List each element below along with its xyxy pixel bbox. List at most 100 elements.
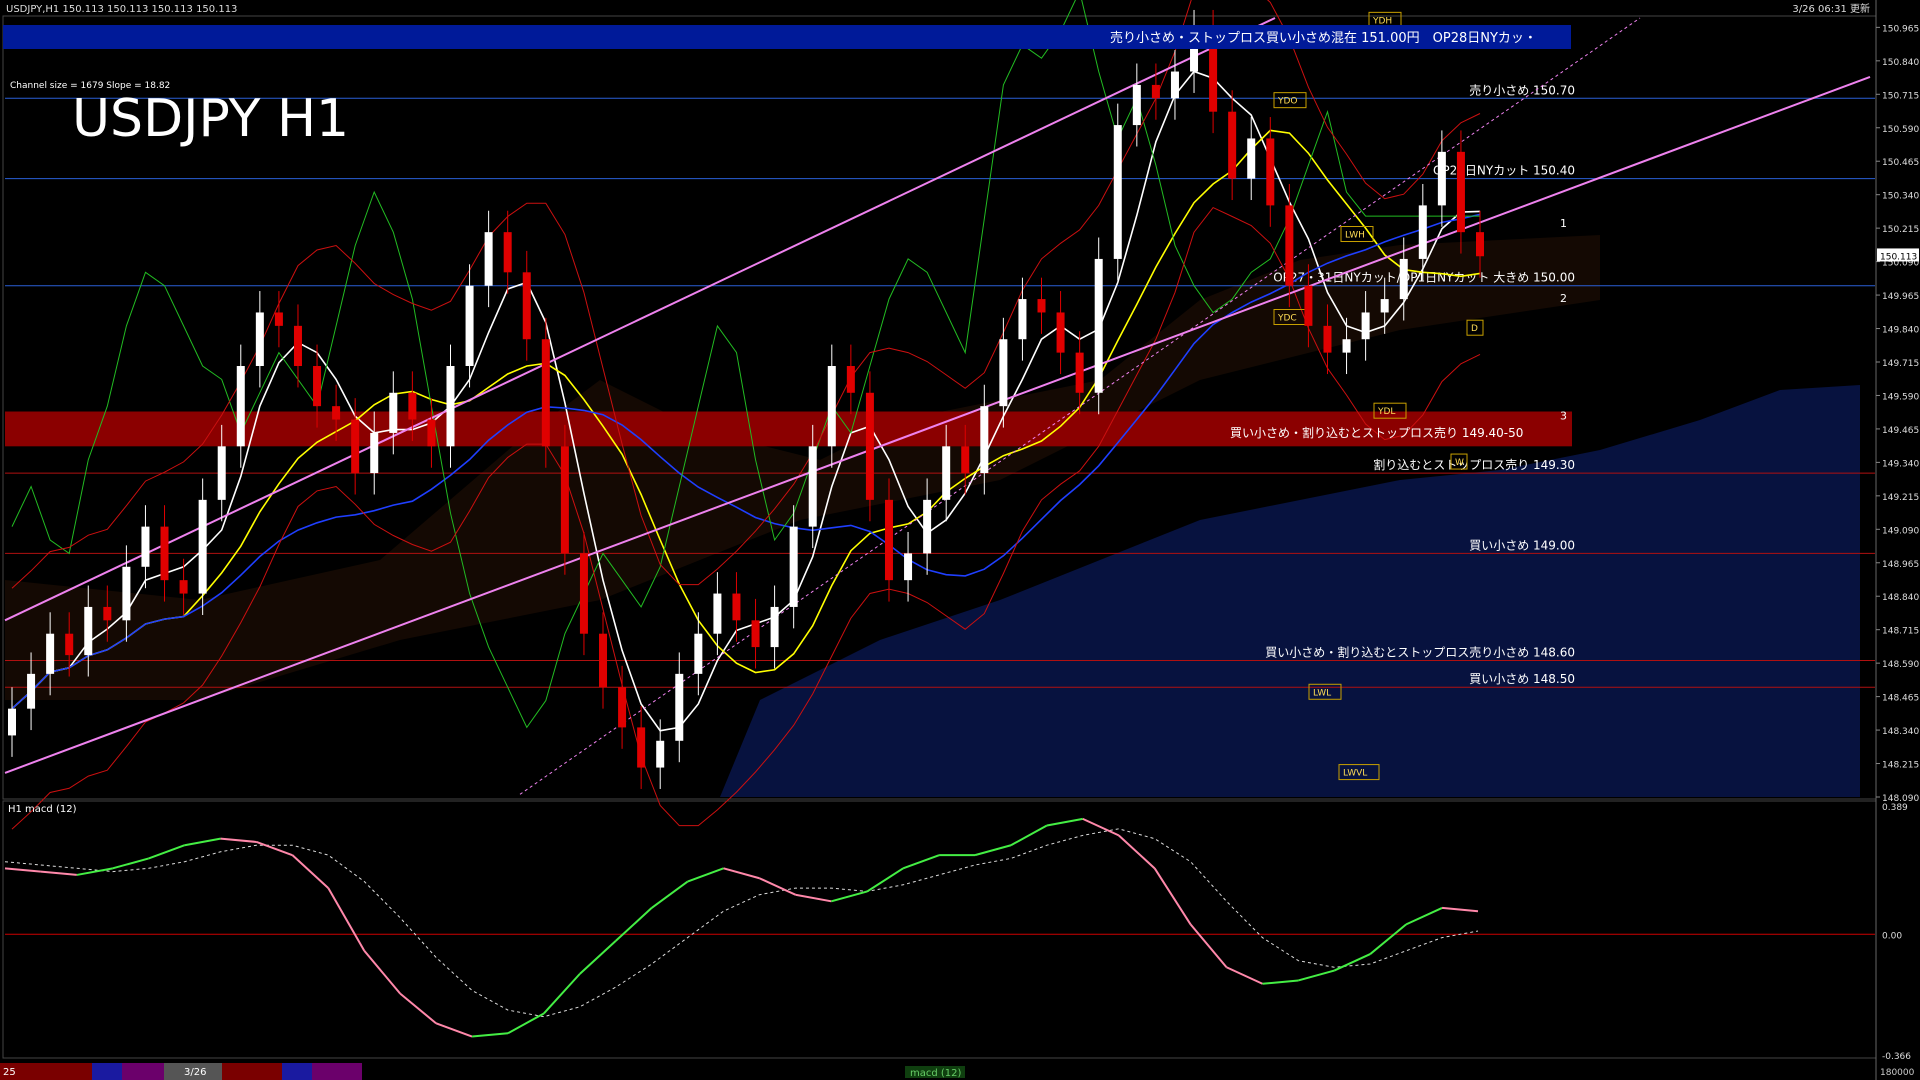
candle-body	[694, 633, 703, 674]
macd-main-segment	[831, 890, 868, 903]
ref-box-label: D	[1471, 324, 1478, 334]
ref-box-label: YDO	[1277, 97, 1298, 107]
macd-main-segment	[759, 877, 796, 896]
macd-main-segment	[723, 867, 760, 880]
candle-body	[1380, 299, 1389, 313]
footer-tab[interactable]: macd (12)	[910, 1068, 962, 1079]
macd-main-segment	[327, 887, 366, 952]
top-banner-text: 売り小さめ・ストップロス買い小さめ混在 151.00円 OP28日NYカッ・	[1110, 30, 1537, 46]
macd-main-segment	[112, 857, 149, 870]
candle-body	[198, 499, 207, 594]
candle-body	[84, 606, 93, 656]
candle-body	[1418, 205, 1427, 259]
macd-main-segment	[1226, 966, 1263, 985]
candle-body	[503, 232, 512, 273]
candle-body	[1323, 325, 1332, 353]
candle-body	[427, 419, 436, 447]
macd-main-segment	[1405, 906, 1443, 926]
candle-body	[618, 687, 627, 728]
macd-main-segment	[471, 1032, 509, 1038]
macd-main-segment	[1118, 834, 1156, 870]
candle-body	[446, 366, 455, 447]
ref-box-label: YDH	[1372, 16, 1392, 26]
macd-main-segment	[1333, 953, 1371, 972]
candle-body	[389, 392, 398, 433]
candle-body	[1018, 299, 1027, 340]
candle-body	[1361, 312, 1370, 340]
price-tick-label: 150.465	[1882, 158, 1919, 168]
macd-main-segment	[579, 940, 617, 975]
candle-body	[904, 553, 913, 581]
candle-body	[179, 580, 188, 594]
level-label: OP28日NYカット 150.40	[1433, 164, 1575, 178]
macd-main-segment	[4, 867, 42, 873]
chart-title: USDJPY H1	[72, 89, 349, 149]
price-tick-label: 148.590	[1882, 660, 1919, 670]
update-time: 3/26 06:31 更新	[1792, 2, 1870, 15]
macd-main-segment	[1369, 923, 1407, 955]
candle-body	[351, 419, 360, 474]
macd-main-segment	[651, 880, 689, 909]
candle-body	[1151, 84, 1160, 99]
macd-main-segment	[1298, 969, 1335, 982]
candle-body	[332, 406, 341, 420]
candle-body	[1456, 151, 1465, 233]
level-label: 売り小さめ 150.70	[1469, 82, 1575, 97]
macd-main-segment	[902, 854, 940, 870]
candle-body	[160, 526, 169, 581]
candle-body	[1037, 299, 1046, 313]
candle-body	[46, 633, 55, 674]
price-tick-label: 149.590	[1882, 392, 1919, 402]
candle-body	[370, 432, 379, 474]
candle-body	[236, 366, 245, 447]
macd-main-segment	[687, 867, 724, 883]
ref-box-label: YDL	[1377, 407, 1395, 417]
candle-body	[1228, 111, 1237, 179]
candle-body	[1247, 138, 1256, 179]
level-label: 買い小さめ・割り込むとストップロス売り小さめ 148.60	[1265, 644, 1575, 659]
macd-main-segment	[507, 1012, 545, 1035]
candle-body	[1266, 138, 1275, 206]
candle-body	[103, 606, 112, 621]
candle-body	[274, 312, 283, 326]
candle-body	[961, 446, 970, 474]
candle-body	[846, 366, 855, 393]
macd-main-segment	[399, 992, 437, 1025]
macd-title: H1 macd (12)	[8, 804, 77, 815]
candle-body	[217, 446, 226, 500]
candle-body	[579, 553, 588, 634]
trend-mark: 1	[1560, 217, 1567, 230]
candle-body	[560, 446, 569, 554]
ref-box-label: LWL	[1313, 688, 1331, 698]
macd-main-segment	[363, 950, 401, 995]
price-tick-label: 149.090	[1882, 526, 1919, 536]
candle-body	[1132, 84, 1141, 126]
macd-main-segment	[1262, 979, 1299, 985]
price-tick-label: 149.465	[1882, 426, 1919, 436]
macd-main-segment	[1010, 824, 1048, 847]
candle-body	[1094, 258, 1103, 393]
macd-tick-label: -0.366	[1882, 1052, 1911, 1062]
candle-body	[484, 232, 493, 286]
zone-label: 買い小さめ・割り込むとストップロス売り 149.40-50	[1230, 425, 1523, 440]
candle-body	[465, 285, 474, 367]
candle-body	[255, 312, 264, 367]
ref-box-label: W	[1455, 458, 1464, 468]
candle-body	[1476, 232, 1484, 257]
price-tick-label: 148.840	[1882, 593, 1919, 603]
macd-main-segment	[795, 893, 832, 903]
trend-mark: 3	[1560, 410, 1567, 423]
macd-main-segment	[615, 907, 653, 942]
price-tick-label: 148.715	[1882, 627, 1919, 637]
level-label: 割り込むとストップロス売り 149.30	[1373, 457, 1575, 472]
price-tick-label: 150.590	[1882, 125, 1919, 135]
candle-body	[27, 673, 36, 709]
price-tick-label: 150.340	[1882, 192, 1919, 202]
candle-body	[313, 366, 322, 407]
macd-tick-label: 0.00	[1882, 931, 1902, 941]
footer-date: 3/26	[184, 1067, 206, 1078]
candle-body	[8, 708, 16, 736]
macd-panel-frame	[2, 800, 1877, 1059]
candle-body	[522, 272, 531, 340]
macd-main-segment	[291, 854, 330, 889]
